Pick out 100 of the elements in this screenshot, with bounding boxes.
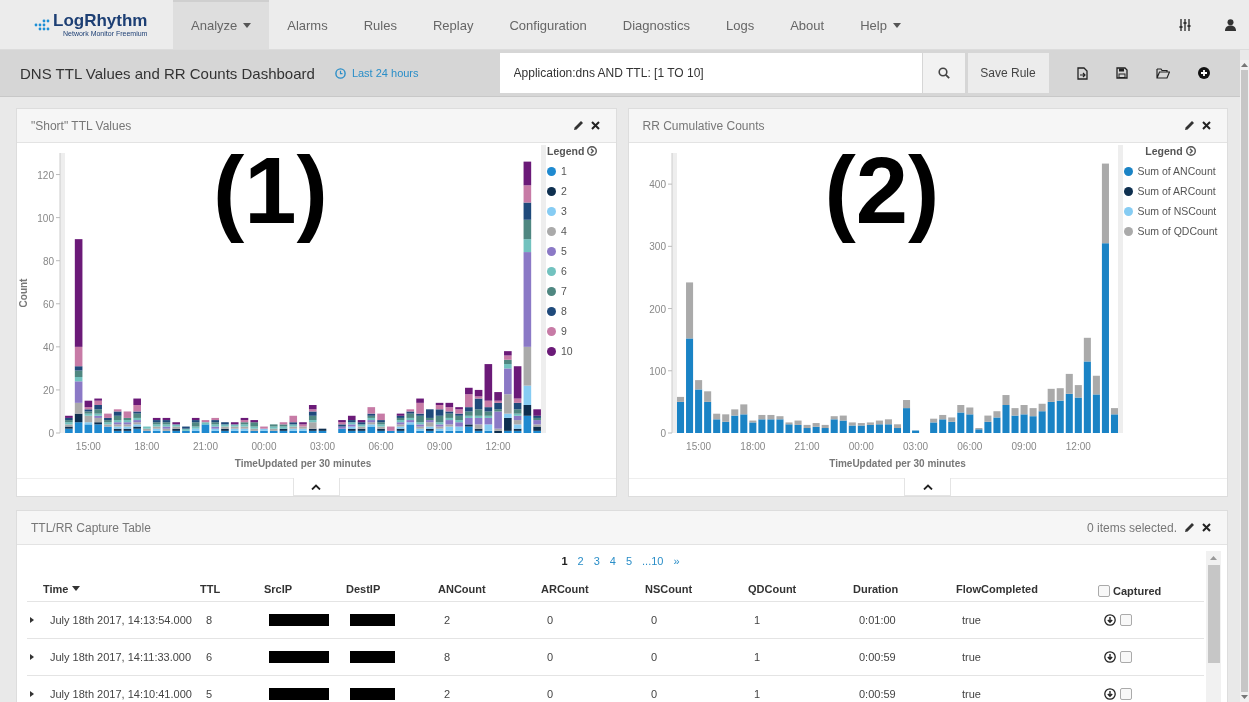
- axis-tick-label: 18:00: [134, 441, 160, 452]
- column-header[interactable]: SrcIP: [264, 582, 293, 595]
- page-link[interactable]: ...10: [642, 554, 664, 567]
- legend-label[interactable]: 10: [561, 345, 573, 357]
- legend-label[interactable]: Sum of QDCount: [1137, 225, 1218, 237]
- legend-label[interactable]: 7: [561, 285, 567, 297]
- nav-tab[interactable]: Alarms: [269, 0, 346, 49]
- nav-tab[interactable]: Analyze: [173, 0, 270, 49]
- nav-tab[interactable]: Logs: [707, 0, 773, 49]
- legend-title: Legend: [547, 145, 585, 157]
- axis-tick-label: 0: [48, 428, 54, 439]
- legend-label[interactable]: 4: [561, 225, 567, 237]
- column-header[interactable]: Duration: [853, 582, 899, 595]
- table-cell-text: July 18th 2017, 14:11:33.000: [49, 651, 193, 663]
- legend-label[interactable]: 5: [561, 245, 567, 257]
- table-cell-text: 0: [650, 651, 659, 663]
- table-cell-text: 0: [546, 651, 555, 663]
- axis-tick-label: 60: [42, 298, 54, 310]
- axis-tick-label: 18:00: [739, 441, 765, 452]
- table-cell-text: 2: [443, 688, 452, 700]
- page-link[interactable]: 2: [577, 554, 584, 567]
- nav-tab[interactable]: Replay: [414, 0, 492, 49]
- table-cell-text: 0: [650, 614, 659, 626]
- legend-label[interactable]: 2: [561, 185, 567, 197]
- axis-tick-label: 40: [42, 341, 54, 353]
- axis-tick-label: 0: [659, 428, 666, 439]
- page-link[interactable]: 3: [593, 554, 600, 567]
- nav-tab[interactable]: Rules: [345, 0, 415, 49]
- page-link[interactable]: 5: [625, 554, 633, 567]
- axis-tick-label: 00:00: [848, 441, 874, 452]
- table-cell-text: 6: [205, 651, 214, 663]
- legend-label[interactable]: Sum of ANCount: [1137, 165, 1216, 177]
- legend-label[interactable]: 9: [561, 325, 567, 337]
- table-cell-text: true: [961, 651, 982, 663]
- search-field[interactable]: Application:dns AND TTL: [1 TO 10]: [499, 53, 922, 93]
- column-header[interactable]: ARCount: [541, 582, 589, 595]
- axis-tick-label: 06:00: [956, 441, 982, 452]
- table-cell-text: 0: [650, 688, 659, 700]
- column-header[interactable]: FlowCompleted: [956, 582, 1038, 595]
- table-cell-text: 0:00:59: [858, 688, 897, 700]
- table-cell-text: true: [961, 614, 982, 626]
- table-cell-text: 1: [753, 651, 762, 663]
- table-cell-text: true: [961, 688, 982, 700]
- logo-wordmark: LogRhythm: [53, 12, 148, 29]
- save-rule-button[interactable]: Save Rule: [967, 53, 1049, 93]
- axis-tick-label: 00:00: [251, 441, 277, 452]
- column-header[interactable]: QDCount: [748, 582, 797, 595]
- axis-tick-label: 03:00: [902, 441, 928, 452]
- table-cell-text: 5: [205, 688, 214, 700]
- nav-tab[interactable]: Help: [842, 0, 919, 49]
- axis-tick-label: 300: [648, 241, 666, 253]
- column-header[interactable]: Time: [43, 582, 81, 595]
- axis-tick-label: 200: [648, 303, 666, 315]
- table-cell-text: 0: [546, 614, 555, 626]
- panel-title: RR Cumulative Counts: [642, 118, 765, 133]
- axis-tick-label: 06:00: [368, 441, 394, 452]
- table-cell-text: 2: [443, 614, 452, 626]
- legend-label[interactable]: 8: [561, 305, 567, 317]
- table-cell-text: 0:01:00: [858, 614, 897, 626]
- selection-status: 0 items selected.: [1086, 520, 1177, 535]
- legend-label[interactable]: Sum of NSCount: [1137, 205, 1217, 217]
- axis-tick-label: 09:00: [427, 441, 453, 452]
- axis-tick-label: 400: [648, 179, 666, 191]
- panel-title: TTL/RR Capture Table: [31, 520, 151, 535]
- annotation-label: (1): [213, 137, 328, 245]
- column-header[interactable]: Captured: [1113, 584, 1162, 597]
- legend-title: Legend: [1145, 145, 1183, 157]
- page-link[interactable]: 1: [561, 554, 568, 567]
- column-header[interactable]: ANCount: [438, 582, 486, 595]
- axis-tick-label: 12:00: [1065, 441, 1091, 452]
- column-header[interactable]: TTL: [200, 582, 221, 595]
- axis-tick-label: 20: [42, 384, 54, 396]
- legend-label[interactable]: Sum of ARCount: [1137, 185, 1216, 197]
- column-header[interactable]: DestIP: [346, 582, 381, 595]
- legend-label[interactable]: 1: [561, 165, 567, 177]
- column-header[interactable]: NSCount: [645, 582, 693, 595]
- axis-tick-label: 21:00: [794, 441, 820, 452]
- dashboard-title: DNS TTL Values and RR Counts Dashboard: [20, 64, 315, 82]
- nav-tab[interactable]: Configuration: [491, 0, 605, 49]
- annotation-label: (2): [824, 137, 940, 245]
- axis-tick-label: 80: [42, 255, 54, 267]
- table-cell-text: 8: [205, 614, 214, 626]
- axis-tick-label: 15:00: [685, 441, 711, 452]
- legend-label[interactable]: 6: [561, 265, 567, 277]
- page-link[interactable]: 4: [609, 554, 616, 567]
- table-cell-text: 8: [443, 651, 452, 663]
- legend-label[interactable]: 3: [561, 205, 567, 217]
- axis-tick-label: 15:00: [75, 441, 101, 452]
- panel-title: "Short" TTL Values: [31, 118, 132, 133]
- axis-title: TimeUpdated per 30 minutes: [234, 458, 372, 469]
- nav-tab[interactable]: About: [772, 0, 843, 49]
- page-link[interactable]: »: [673, 554, 680, 567]
- axis-tick-label: 100: [37, 212, 54, 224]
- table-cell-text: 0:00:59: [858, 651, 897, 663]
- table-cell-text: 0: [546, 688, 555, 700]
- axis-tick-label: 12:00: [485, 441, 511, 452]
- axis-tick-label: 03:00: [310, 441, 336, 452]
- nav-tab[interactable]: Diagnostics: [604, 0, 708, 49]
- axis-tick-label: 100: [648, 365, 666, 377]
- table-cell-text: 1: [753, 614, 762, 626]
